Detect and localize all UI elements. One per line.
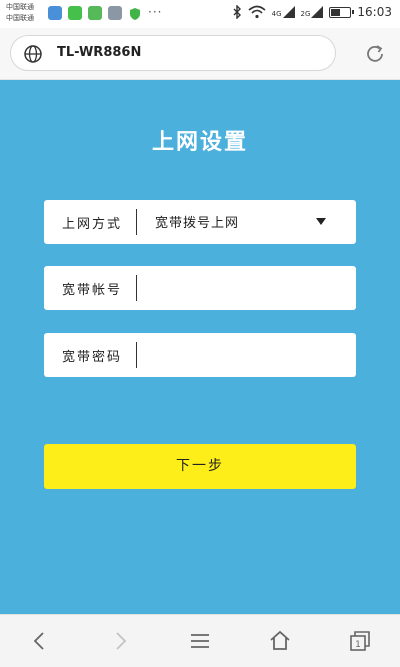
clock: 16:03 — [357, 5, 392, 19]
url-text[interactable]: TL-WR886N — [57, 45, 141, 60]
globe-icon — [24, 45, 42, 63]
next-button[interactable]: 下一步 — [44, 444, 356, 489]
network-label-2: 2G — [300, 10, 311, 18]
more-dots-icon: ··· — [148, 5, 163, 19]
image-icon — [108, 6, 122, 20]
connection-type-value[interactable]: 宽带拨号上网 — [155, 212, 239, 231]
status-right: 4G 2G 16:03 — [232, 5, 392, 19]
app-icon-1 — [48, 6, 62, 20]
battery-icon — [329, 6, 355, 18]
menu-icon[interactable] — [188, 629, 212, 653]
carrier-line-2: 中国联通 — [6, 14, 34, 22]
home-icon[interactable] — [268, 629, 292, 653]
broadband-account-field[interactable]: 宽带帐号 — [44, 266, 356, 310]
wifi-icon — [248, 5, 266, 19]
wechat-icon — [68, 6, 82, 20]
app-icon-3 — [88, 6, 102, 20]
field-divider — [136, 209, 137, 235]
forward-icon[interactable] — [108, 629, 132, 653]
shield-icon — [128, 6, 142, 20]
url-field[interactable]: TL-WR886N — [10, 35, 336, 71]
tabs-icon[interactable]: 1 — [348, 629, 372, 653]
text-cursor — [136, 275, 137, 301]
text-cursor — [136, 342, 137, 368]
address-bar: TL-WR886N — [0, 28, 400, 80]
signal-icon-2: 2G — [301, 6, 324, 18]
signal-icon-1: 4G — [272, 6, 295, 18]
connection-type-select[interactable]: 上网方式 宽带拨号上网 — [44, 200, 356, 244]
reload-icon[interactable] — [364, 43, 386, 65]
bluetooth-icon — [233, 5, 241, 19]
broadband-password-label: 宽带密码 — [62, 350, 123, 365]
network-label-1: 4G — [271, 10, 282, 18]
broadband-account-label: 宽带帐号 — [62, 283, 123, 298]
connection-type-label: 上网方式 — [62, 217, 123, 232]
back-icon[interactable] — [28, 629, 52, 653]
tabs-count: 1 — [355, 640, 361, 650]
status-bar: 中国联通 中国联通 ··· 4G 2G 16:03 — [0, 0, 400, 28]
bottom-nav: 1 — [0, 614, 400, 667]
dropdown-arrow-icon[interactable] — [316, 218, 326, 225]
carrier-label: 中国联通 中国联通 — [6, 2, 34, 24]
broadband-password-field[interactable]: 宽带密码 — [44, 333, 356, 377]
page-title: 上网设置 — [151, 129, 248, 155]
carrier-line-1: 中国联通 — [6, 3, 34, 11]
notification-icons: ··· — [48, 6, 162, 20]
